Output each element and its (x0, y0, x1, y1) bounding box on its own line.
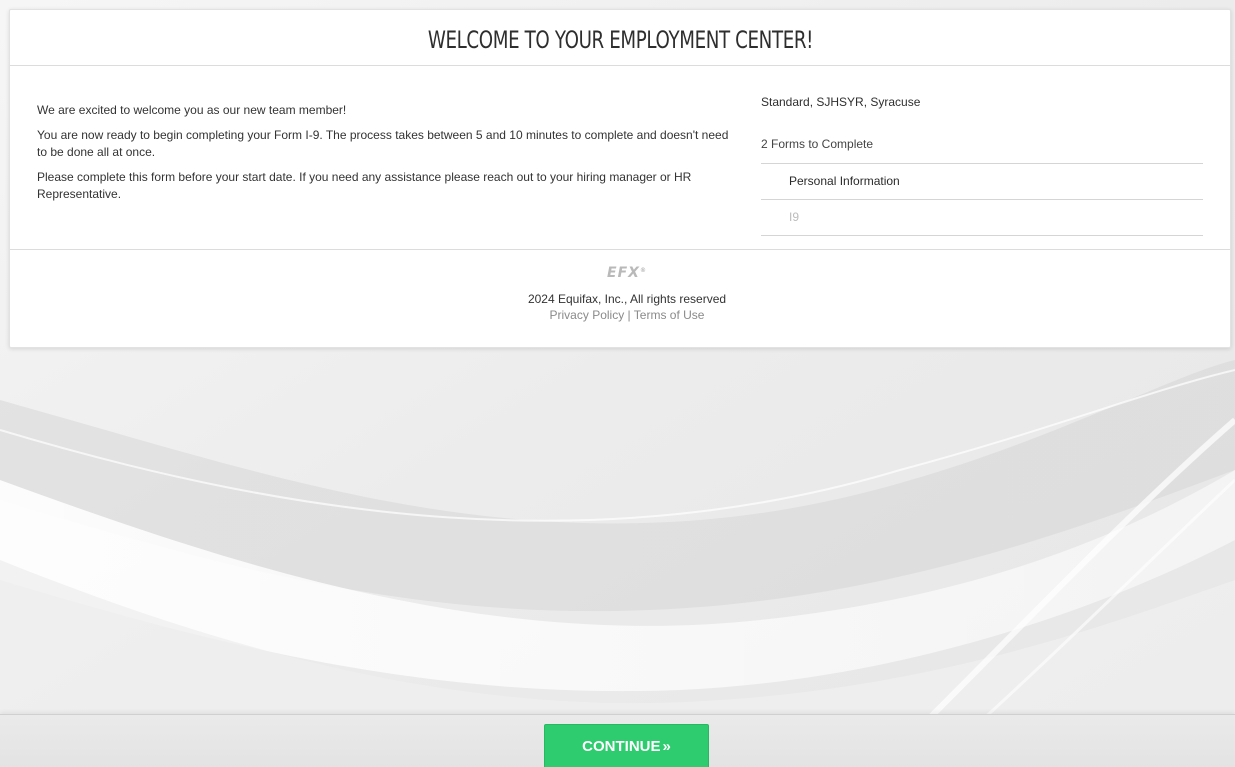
form-item-personal-information[interactable]: Personal Information (761, 164, 1203, 200)
card-header: WELCOME TO YOUR EMPLOYMENT CENTER! (10, 10, 1230, 66)
footer-links: Privacy Policy | Terms of Use (24, 308, 1230, 323)
welcome-message: We are excited to welcome you as our new… (37, 102, 737, 211)
efx-logo: EFX® (607, 264, 647, 282)
employment-center-card: WELCOME TO YOUR EMPLOYMENT CENTER! We ar… (9, 9, 1231, 348)
company-location: Standard, SJHSYR, Syracuse (761, 95, 921, 109)
privacy-policy-link[interactable]: Privacy Policy (550, 308, 625, 322)
forms-panel: Standard, SJHSYR, Syracuse 2 Forms to Co… (761, 94, 1203, 236)
form-instructions-paragraph: You are now ready to begin completing yo… (37, 128, 729, 159)
terms-of-use-link[interactable]: Terms of Use (634, 308, 705, 322)
continue-label: CONTINUE (582, 738, 661, 755)
welcome-paragraph: We are excited to welcome you as our new… (37, 103, 347, 117)
forms-list: Personal Information I9 (761, 163, 1203, 236)
page-title: WELCOME TO YOUR EMPLOYMENT CENTER! (427, 25, 813, 54)
assistance-paragraph: Please complete this form before your st… (37, 170, 692, 201)
registered-mark: ® (639, 267, 647, 274)
form-item-i9: I9 (761, 200, 1203, 236)
forms-count: 2 Forms to Complete (761, 137, 874, 151)
efx-logo-text: EFX (607, 265, 640, 281)
copyright-text: 2024 Equifax, Inc., All rights reserved (527, 292, 727, 306)
double-chevron-right-icon: » (662, 738, 671, 755)
continue-button[interactable]: CONTINUE» (544, 724, 709, 767)
card-body: We are excited to welcome you as our new… (10, 66, 1230, 250)
card-footer: EFX® 2024 Equifax, Inc., All rights rese… (10, 250, 1230, 323)
link-separator: | (627, 308, 631, 322)
bottom-action-bar: CONTINUE» (0, 714, 1235, 767)
